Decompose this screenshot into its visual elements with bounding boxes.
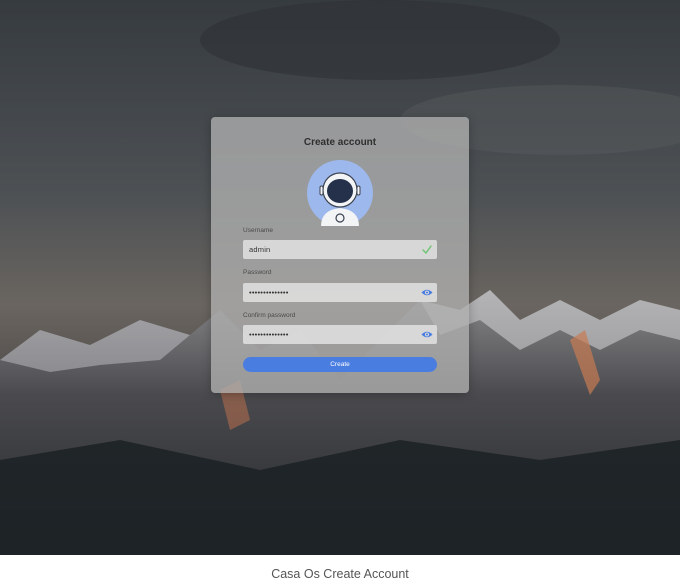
password-field[interactable]: •••••••••••••• (243, 283, 437, 302)
check-icon (422, 245, 432, 254)
password-label: Password (243, 269, 272, 276)
eye-icon[interactable] (421, 287, 433, 298)
username-value: admin (249, 245, 271, 254)
astronaut-avatar-icon (307, 160, 373, 226)
create-button[interactable]: Create (243, 357, 437, 372)
username-field[interactable]: admin (243, 240, 437, 259)
image-caption: Casa Os Create Account (271, 567, 409, 581)
desktop-background: Create account Username admin Password •… (0, 0, 680, 555)
dialog-title: Create account (303, 137, 377, 148)
confirm-password-value: •••••••••••••• (249, 330, 289, 339)
create-account-dialog: Create account Username admin Password •… (211, 117, 469, 393)
confirm-password-label: Confirm password (243, 312, 296, 319)
confirm-password-field[interactable]: •••••••••••••• (243, 325, 437, 344)
eye-icon[interactable] (421, 329, 433, 340)
username-label: Username (243, 227, 273, 234)
password-value: •••••••••••••• (249, 288, 289, 297)
